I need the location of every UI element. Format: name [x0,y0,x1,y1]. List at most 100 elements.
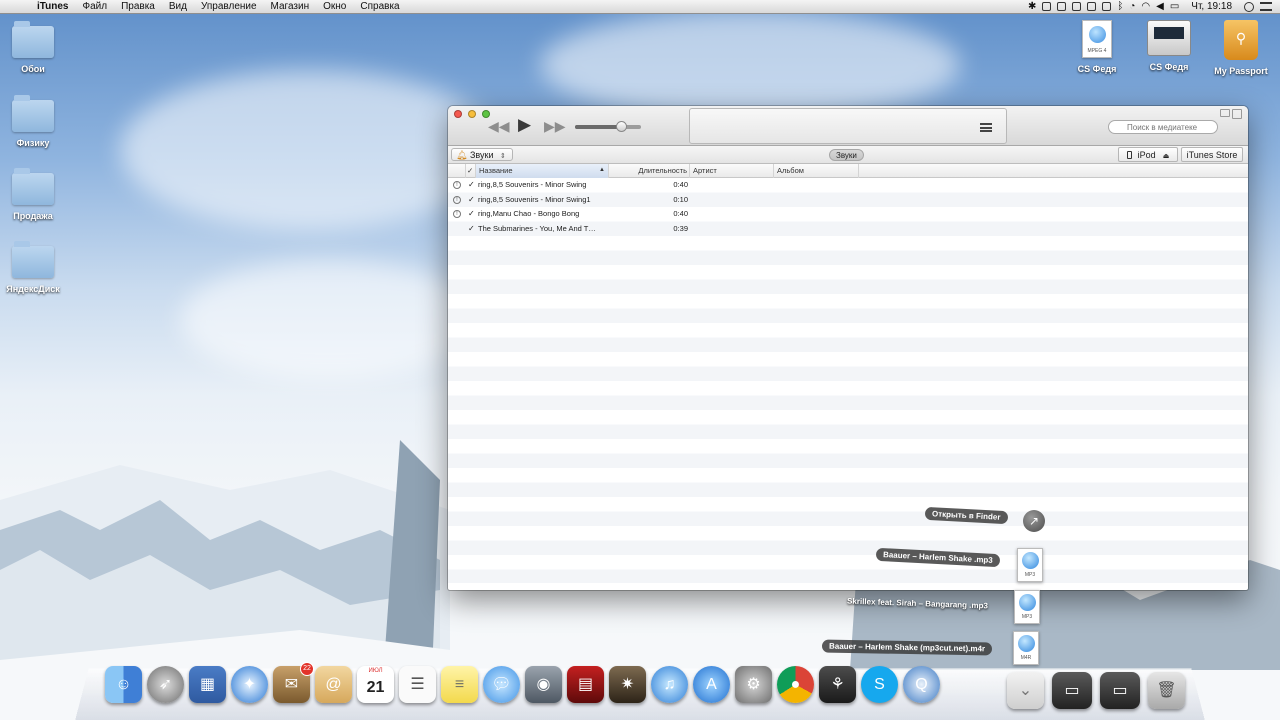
menu-file[interactable]: Файл [75,1,114,12]
status-app-icon[interactable] [1087,2,1097,11]
table-row[interactable]: ✓ The Submarines - You, Me And T… 0:39 [448,222,1248,237]
calendar-icon[interactable]: ИЮЛ 21 [357,666,394,703]
fullscreen-icon[interactable] [1232,109,1242,119]
tab-sounds[interactable]: Звуки [829,149,864,161]
steam-icon[interactable]: ⚘ [819,666,856,703]
system-preferences-gear-icon[interactable]: ⚙ [735,666,772,703]
table-row[interactable]: ! ✓ ring,Manu Chao - Bongo Bong 0:40 [448,207,1248,222]
miniplayer-icon[interactable] [1220,109,1230,117]
time-machine-icon[interactable]: ◔ [1129,1,1135,12]
volume-icon[interactable]: ◀ [1156,1,1164,12]
track-checkbox[interactable]: ✓ [468,222,475,237]
app-store-icon[interactable]: A [693,666,730,703]
preview-icon[interactable]: ▦ [189,666,226,703]
skype-icon[interactable]: S [861,666,898,703]
menu-bar: iTunes Файл Правка Вид Управление Магази… [0,0,1280,14]
notification-center-icon[interactable] [1260,2,1272,11]
track-name: The Submarines - You, Me And T… [478,223,596,233]
gear-status-icon[interactable]: ✱ [1028,1,1036,12]
contacts-icon[interactable]: @ [315,666,352,703]
column-duration[interactable]: Длительность [609,164,690,178]
ipod-device-button[interactable]: iPod ⏏ [1118,147,1178,162]
media-kind-selector[interactable]: 🔔︎ Звуки ⇕ [451,148,513,161]
volume-knob[interactable] [616,121,628,132]
minimized-window-icon[interactable]: ▭ [1052,672,1092,709]
reminders-icon[interactable]: ☰ [399,666,436,703]
launchpad-rocket-icon[interactable]: ➶ [147,666,184,703]
play-icon[interactable]: ▶ [518,115,531,135]
safari-compass-icon[interactable]: ✦ [231,666,268,703]
stack-item-file[interactable]: M4R [1013,631,1039,665]
battery-icon[interactable]: ▭ [1170,1,1179,12]
menu-edit[interactable]: Правка [114,1,162,12]
minimized-window-icon[interactable]: ▭ [1100,672,1140,709]
desktop-folder-prodazha[interactable]: Продажа [0,168,66,222]
trash-icon[interactable]: 🗑︎ [1148,672,1185,709]
menu-store[interactable]: Магазин [264,1,317,12]
desktop-file-cs-fedya[interactable]: MPEG 4 CS Федя [1064,20,1130,75]
desktop-drive-my-passport[interactable]: My Passport [1208,20,1274,77]
zoom-button[interactable] [482,110,490,118]
track-checkbox[interactable]: ✓ [468,207,475,222]
calendar-day: 21 [366,679,385,696]
cloud [180,260,480,380]
desktop-folder-fiziku[interactable]: Физику [0,95,66,149]
up-next-list-icon[interactable] [980,123,992,132]
notes-icon[interactable]: ≡ [441,666,478,703]
itunes-store-button[interactable]: iTunes Store [1181,147,1243,162]
volume-slider[interactable] [575,121,641,132]
dock-apps: ☺ ➶ ▦ ✦ ✉ 22 @ ИЮЛ 21 ☰ ≡ 💬︎ ◉ ▤ ✷ ♫ A ⚙… [105,662,940,703]
stack-item-file[interactable]: MP3 [1017,548,1043,582]
minimize-button[interactable] [468,110,476,118]
track-duration: 0:39 [673,223,688,233]
rewind-icon[interactable]: ◀◀ [488,118,510,135]
status-app-icon[interactable] [1057,2,1067,11]
spotlight-icon[interactable] [1244,1,1254,12]
track-checkbox[interactable]: ✓ [468,178,475,193]
column-name[interactable]: Название ▲ [476,164,609,178]
menu-app-itunes[interactable]: iTunes [30,1,75,12]
menu-help[interactable]: Справка [353,1,406,12]
open-in-finder-arrow-icon[interactable]: ↗ [1023,510,1045,532]
music-note-icon [1019,594,1036,611]
column-album[interactable]: Альбом [774,164,859,178]
column-artist[interactable]: Артист [690,164,774,178]
desktop-drive-cs-fedya[interactable]: CS Федя [1136,20,1202,73]
finder-icon[interactable]: ☺ [105,666,142,703]
downloads-stack-icon[interactable]: ⌄ [1007,672,1044,709]
desktop-folder-oboi[interactable]: Обои [0,21,66,75]
track-checkbox[interactable]: ✓ [468,193,475,208]
menu-controls[interactable]: Управление [194,1,264,12]
eject-icon[interactable]: ⏏ [1163,153,1170,160]
stack-item-file[interactable]: MP3 [1014,590,1040,624]
desktop-folder-yandexdisk[interactable]: ЯндексДиск [0,241,66,295]
menu-view[interactable]: Вид [162,1,194,12]
clock[interactable]: Чт, 19:18 [1185,1,1238,12]
table-row[interactable]: ! ✓ ring,8,5 Souvenirs - Minor Swing1 0:… [448,193,1248,208]
close-button[interactable] [454,110,462,118]
column-name-label: Название [479,166,513,175]
table-row[interactable]: ! ✓ ring,8,5 Souvenirs - Minor Swing 0:4… [448,178,1248,193]
iphoto-icon[interactable]: ✷ [609,666,646,703]
sort-ascending-icon: ▲ [599,167,605,173]
status-app-icon[interactable] [1072,2,1082,11]
messages-bubble-icon[interactable]: 💬︎ [483,666,520,703]
photo-booth-icon[interactable]: ▤ [567,666,604,703]
wifi-icon[interactable]: ◠ [1141,1,1150,12]
library-search-input[interactable] [1108,120,1218,134]
column-checkbox[interactable]: ✓ [466,164,476,178]
quicktime-icon[interactable]: Q [903,666,940,703]
menu-window[interactable]: Окно [316,1,353,12]
fast-forward-icon[interactable]: ▶▶ [544,118,566,135]
mail-stamp-icon[interactable]: ✉ 22 [273,662,314,703]
column-status[interactable] [448,164,466,178]
status-app-icon[interactable] [1042,2,1052,11]
desktop-icon-label: Обои [21,64,45,74]
bluetooth-icon[interactable]: ᛒ [1117,1,1123,12]
desktop-icon-label: CS Федя [1149,62,1189,72]
status-app-icon[interactable] [1102,2,1112,11]
itunes-icon[interactable]: ♫ [651,666,688,703]
chrome-icon[interactable]: ● [777,666,814,703]
facetime-camera-icon[interactable]: ◉ [525,666,562,703]
folder-icon [12,168,54,205]
